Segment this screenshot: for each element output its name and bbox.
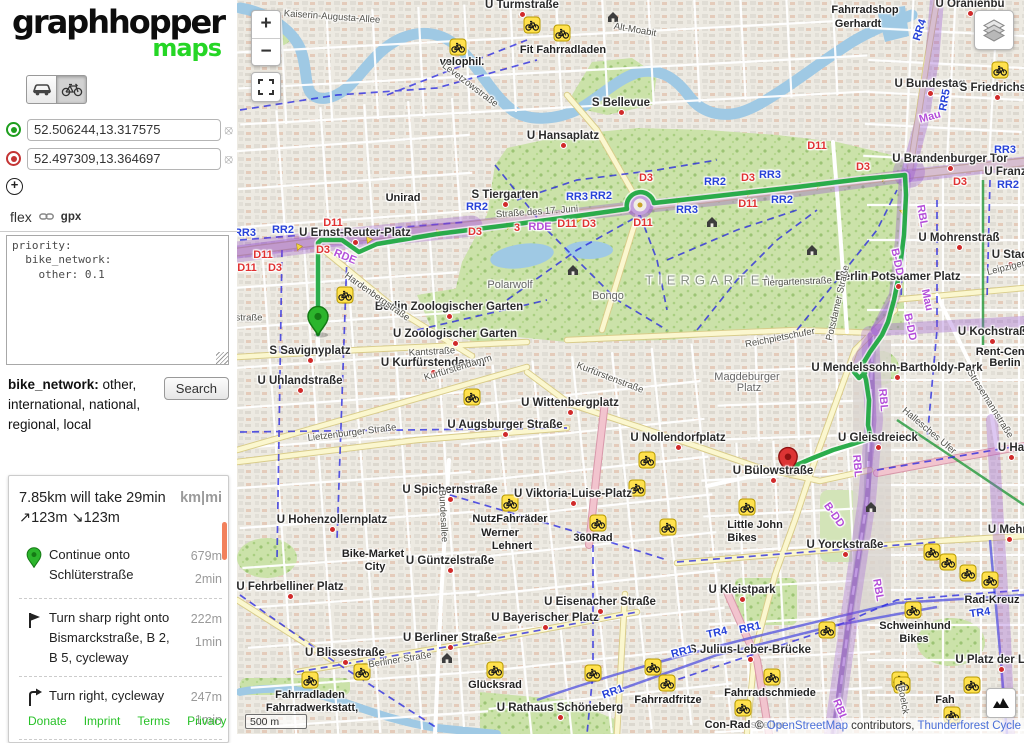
vehicle-selector: [26, 75, 237, 104]
bike-network-hint: bike_network: other, international, nati…: [8, 375, 164, 436]
graphhopper-maps-app: graphhopper maps: [0, 0, 1024, 734]
instruction-row[interactable]: Turn sharp right onto Bismarckstraße, B …: [19, 599, 222, 677]
elevation-icon: [993, 697, 1009, 709]
bike-shop-icon: [554, 25, 570, 41]
map-attribution: © OpenStreetMap contributors, Thunderfor…: [750, 718, 1024, 734]
sidebar: graphhopper maps: [0, 0, 237, 734]
start-dot-icon: [6, 122, 21, 137]
thunderforest-link[interactable]: Thunderforest Cycle: [917, 720, 1021, 732]
fullscreen-icon: [258, 79, 274, 95]
custom-model-editor[interactable]: priority: bike_network: other: 0.1: [6, 235, 229, 365]
bike-shop-icon: [354, 664, 370, 680]
instruction-distance-time: 222m1min: [178, 608, 222, 668]
bike-shop-icon: [590, 515, 606, 531]
map-container[interactable]: U TurmstraßeU OranienbuS BellevueU Hansa…: [237, 0, 1024, 734]
gpx-link[interactable]: gpx: [61, 211, 81, 223]
flex-row: flex gpx: [10, 209, 237, 225]
map-canvas[interactable]: [237, 0, 1024, 734]
sidebar-footer: Donate Imprint Terms Privacy: [28, 714, 226, 728]
osm-link[interactable]: OpenStreetMap: [767, 720, 848, 732]
route-results-box: 7.85km will take 29min km|mi ↗123m ↘123m…: [8, 475, 229, 743]
zoom-control: + −: [251, 10, 281, 66]
flex-link[interactable]: flex: [10, 209, 32, 225]
route-summary: 7.85km will take 29min: [19, 490, 166, 506]
divider: [0, 231, 237, 232]
footer-link-donate[interactable]: Donate: [28, 714, 67, 728]
zoom-out-button[interactable]: −: [252, 39, 280, 66]
bike-shop-icon: [645, 659, 661, 675]
app-logo: graphhopper maps: [0, 0, 237, 62]
bike-shop-icon: [660, 519, 676, 535]
bike-shop-icon: [487, 662, 503, 678]
bike-shop-icon: [337, 287, 353, 303]
bike-shop-icon: [894, 677, 910, 693]
zoom-in-button[interactable]: +: [252, 11, 280, 39]
bike-shop-icon: [464, 389, 480, 405]
bike-shop-icon: [450, 39, 466, 55]
hint-row: bike_network: other, international, nati…: [8, 375, 229, 436]
units-toggle[interactable]: km|mi: [180, 490, 222, 506]
instruction-row[interactable]: Turn right, cycleway 247m1min: [19, 677, 222, 740]
bike-shop-icon: [739, 499, 755, 515]
clear-to-icon[interactable]: ⦻: [224, 152, 233, 165]
bike-shop-icon: [502, 495, 518, 511]
bike-shop-icon: [960, 565, 976, 581]
bike-shop-icon: [585, 665, 601, 681]
footer-link-imprint[interactable]: Imprint: [84, 714, 121, 728]
scale-bar: 500 m: [245, 714, 307, 729]
bike-shop-icon: [639, 452, 655, 468]
bike-icon: [61, 82, 83, 97]
bike-shop-icon: [992, 62, 1008, 78]
bike-shop-icon: [905, 602, 921, 618]
vehicle-car-button[interactable]: [26, 75, 57, 104]
layers-button[interactable]: [974, 10, 1014, 50]
elevation-toggle-button[interactable]: [986, 688, 1016, 718]
clear-from-icon[interactable]: ⦻: [224, 123, 233, 136]
car-icon: [32, 82, 52, 96]
bike-shop-icon: [940, 554, 956, 570]
bike-shop-icon: [764, 669, 780, 685]
footer-link-terms[interactable]: Terms: [137, 714, 170, 728]
from-input[interactable]: [27, 119, 221, 141]
fullscreen-button[interactable]: [251, 72, 281, 102]
footer-link-privacy[interactable]: Privacy: [187, 714, 226, 728]
bike-shop-icon: [924, 544, 940, 560]
route-elevation: ↗123m ↘123m: [19, 510, 222, 526]
bike-shop-icon: [964, 677, 980, 693]
add-waypoint-button[interactable]: +: [6, 178, 23, 195]
vehicle-bike-button[interactable]: [57, 75, 87, 104]
search-button[interactable]: Search: [164, 377, 229, 400]
layers-icon: [982, 18, 1006, 42]
waypoint-inputs: ⦻ ⦻: [0, 119, 237, 170]
bike-shop-icon: [302, 672, 318, 688]
destination-dot-icon: [6, 151, 21, 166]
sharp-right-icon: [19, 608, 49, 668]
from-row: ⦻: [4, 119, 233, 141]
bike-shop-icon: [982, 572, 998, 588]
bike-shop-icon: [819, 622, 835, 638]
link-icon[interactable]: [39, 212, 54, 221]
bike-shop-icon: [629, 480, 645, 496]
instruction-list: Continue onto Schlüterstraße 679m2min Tu…: [19, 536, 222, 740]
pin-green-icon: [19, 545, 49, 590]
to-row: ⦻: [4, 148, 233, 170]
instruction-distance-time: 679m2min: [178, 545, 222, 590]
instructions-scrollbar-thumb[interactable]: [222, 522, 227, 560]
instruction-text: Continue onto Schlüterstraße: [49, 545, 178, 590]
bike-shop-icon: [735, 700, 751, 716]
instruction-text: Turn sharp right onto Bismarckstraße, B …: [49, 608, 178, 668]
instruction-row[interactable]: Continue onto Schlüterstraße 679m2min: [19, 536, 222, 599]
bike-shop-icon: [524, 17, 540, 33]
bike-shop-icon: [659, 675, 675, 691]
to-input[interactable]: [27, 148, 221, 170]
